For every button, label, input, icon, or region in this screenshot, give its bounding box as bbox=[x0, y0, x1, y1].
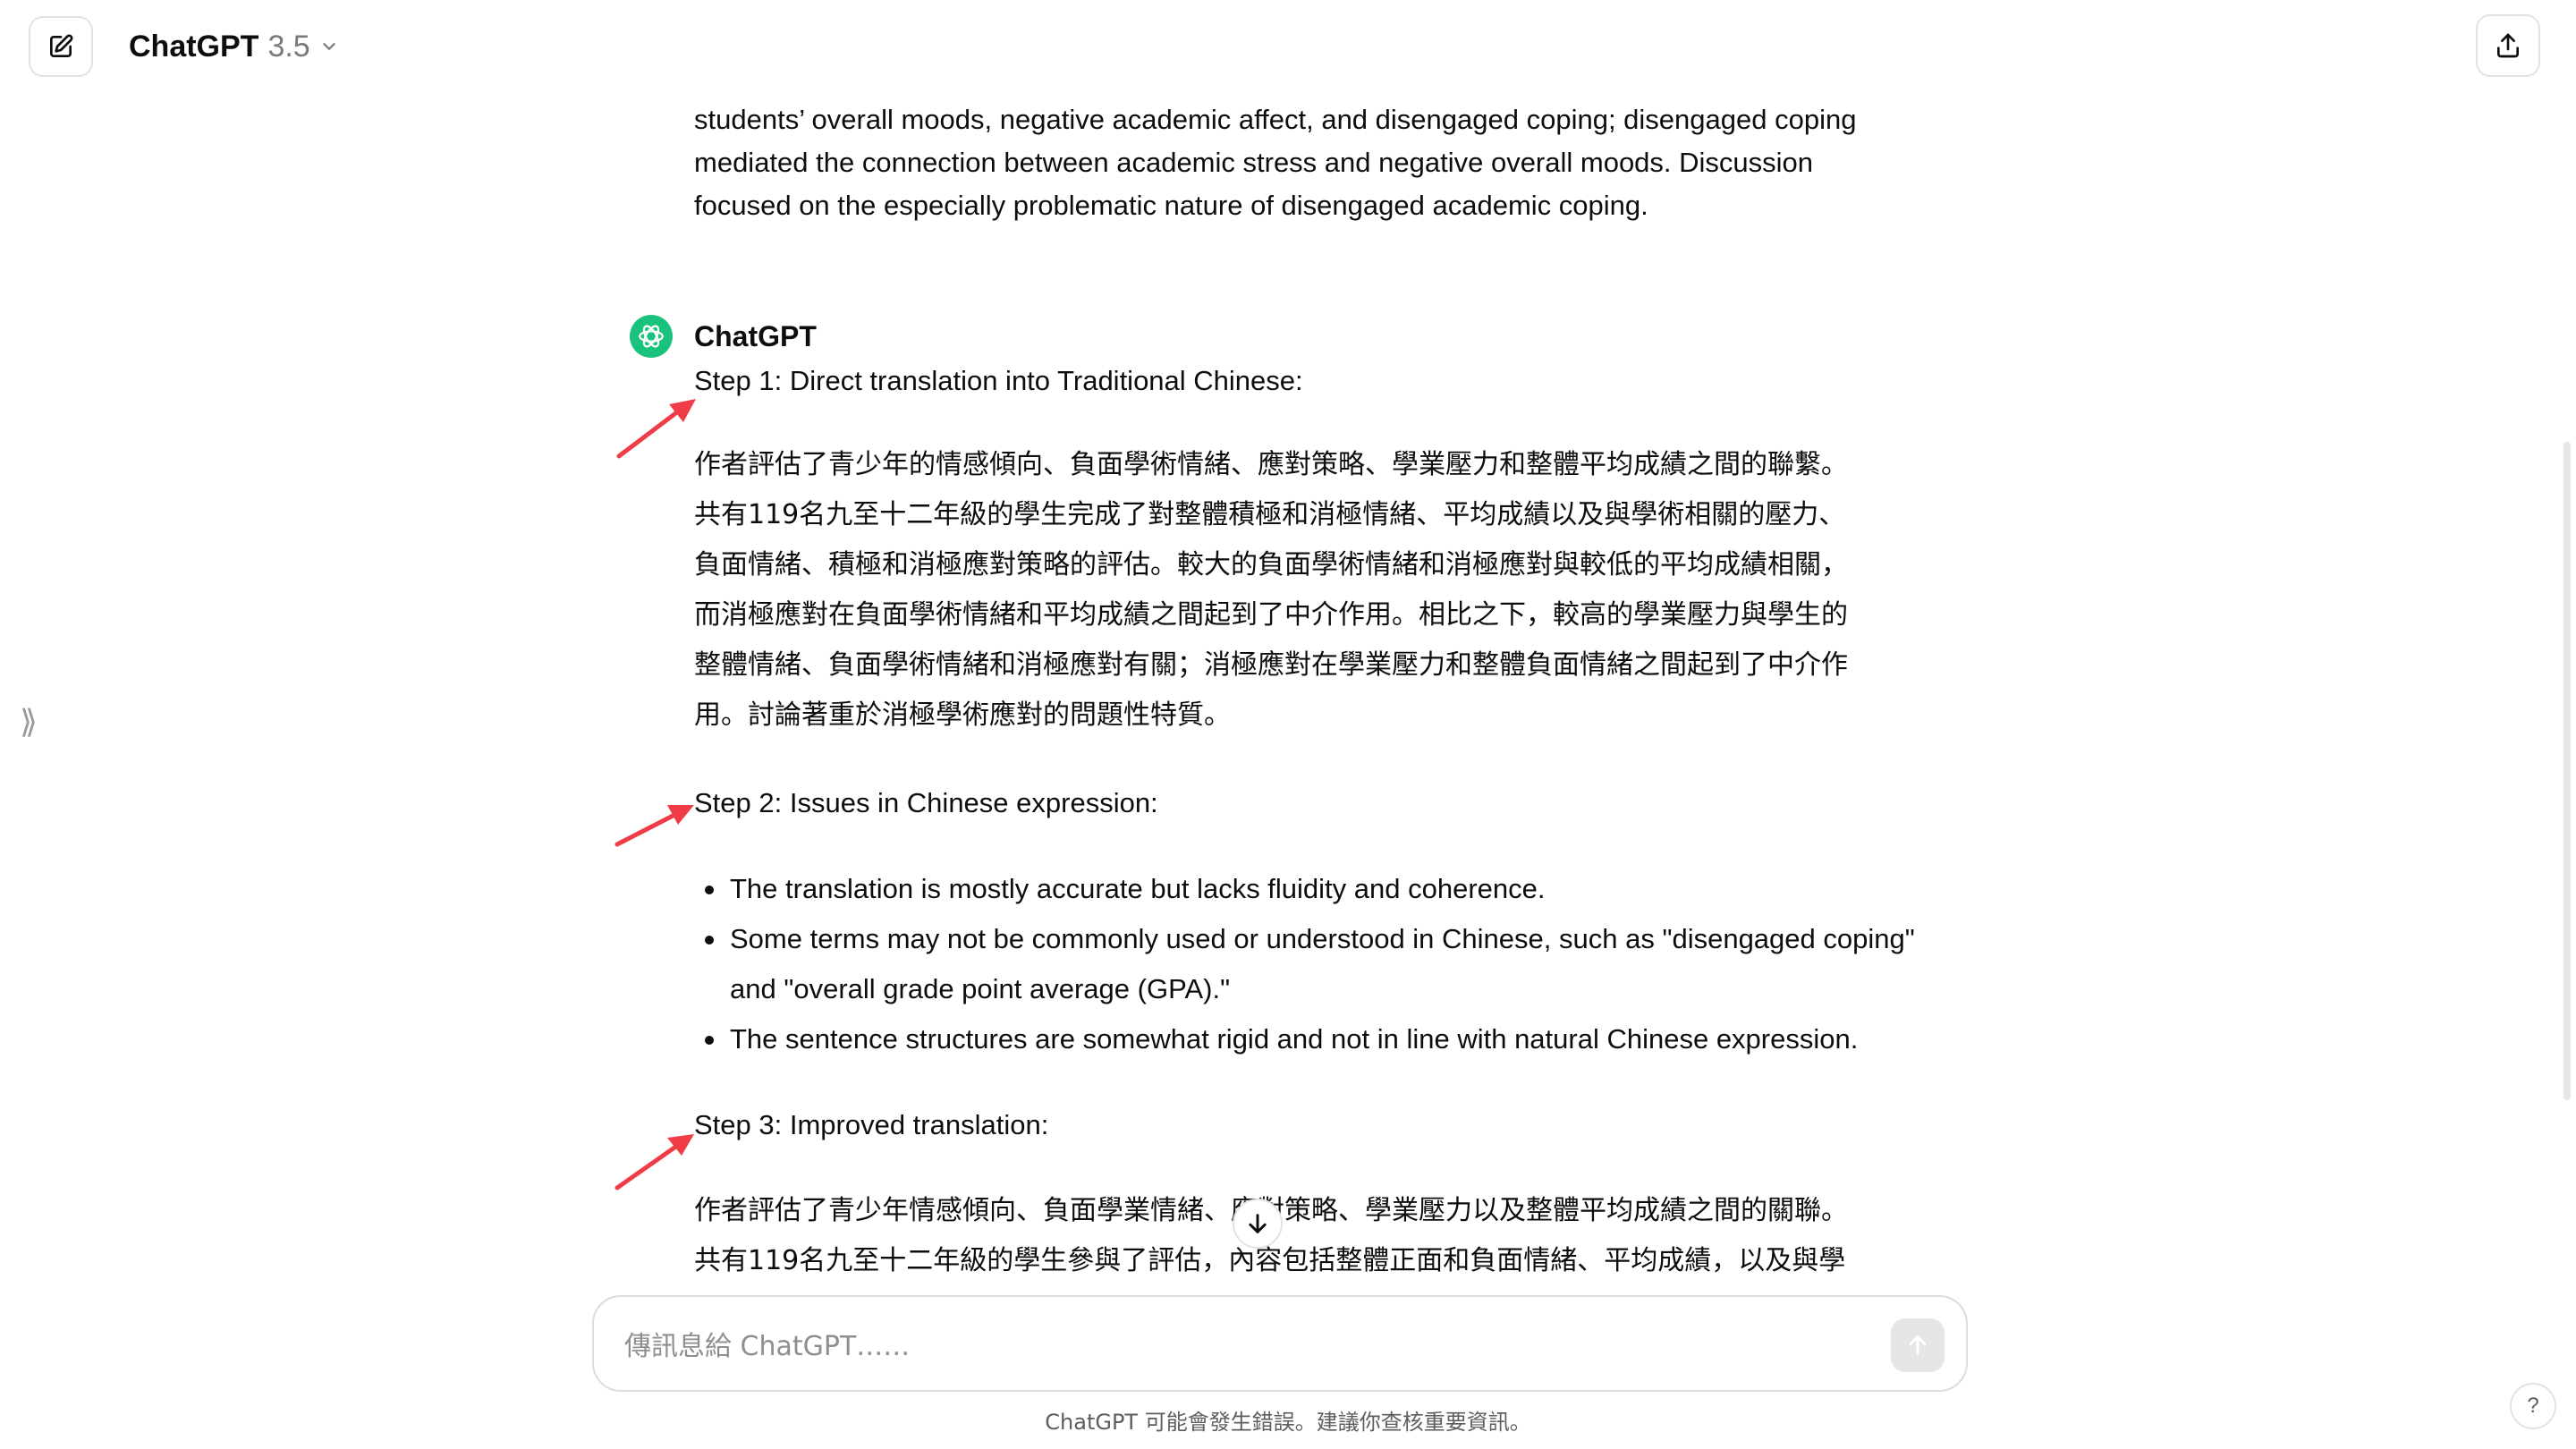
translation-line: 作者評估了青少年情感傾向、負面學業情緒、應對策略、學業壓力以及整體平均成績之間的… bbox=[694, 1186, 1946, 1236]
translation-line: 作者評估了青少年的情感傾向、負面學術情緒、應對策略、學業壓力和整體平均成績之間的… bbox=[694, 449, 1848, 480]
step2-heading: Step 2: Issues in Chinese expression: bbox=[694, 787, 1158, 818]
translation-line: 而消極應對在負面學術情緒和平均成績之間起到了中介作用。相比之下，較高的學業壓力與… bbox=[694, 599, 1848, 631]
arrow-down-icon bbox=[1249, 1214, 1267, 1233]
disclaimer-text: ChatGPT 可能會發生錯誤。建議你查核重要資訊。 bbox=[1045, 1410, 1531, 1435]
annotation-arrow-icon bbox=[614, 805, 694, 847]
user-message-tail: students’ overall moods, negative academ… bbox=[694, 98, 1946, 227]
direct-translation: 作者評估了青少年的情感傾向、負面學術情緒、應對策略、學業壓力和整體平均成績之間的… bbox=[694, 440, 1946, 741]
translation-line: 用。討論著重於消極學術應對的問題性特質。 bbox=[694, 699, 1231, 731]
message-composer bbox=[592, 1295, 1968, 1392]
translation-line: 共有119名九至十二年級的學生參與了評估，內容包括整體正面和負面情緒、平均成績，… bbox=[694, 1245, 1846, 1276]
step1-heading: Step 1: Direct translation into Traditio… bbox=[694, 365, 1303, 396]
arrow-up-icon bbox=[1909, 1335, 1927, 1355]
annotation-arrow-icon bbox=[616, 399, 696, 459]
user-message-line: focused on the especially problematic na… bbox=[694, 190, 1648, 221]
help-button[interactable]: ? bbox=[2510, 1383, 2556, 1429]
improved-translation: 作者評估了青少年情感傾向、負面學業情緒、應對策略、學業壓力以及整體平均成績之間的… bbox=[694, 1186, 1946, 1286]
list-item: Some terms may not be commonly used or u… bbox=[694, 914, 1946, 1014]
scroll-to-bottom-button[interactable] bbox=[1233, 1199, 1283, 1249]
list-item: The sentence structures are somewhat rig… bbox=[694, 1014, 1946, 1064]
translation-line: 負面情緒、積極和消極應對策略的評估。較大的負面學術情緒和消極應對與較低的平均成績… bbox=[694, 549, 1848, 580]
user-message-line: students’ overall moods, negative academ… bbox=[694, 104, 1857, 135]
step3-heading: Step 3: Improved translation: bbox=[694, 1109, 1049, 1140]
conversation-thread: students’ overall moods, negative academ… bbox=[0, 0, 2576, 1288]
send-button[interactable] bbox=[1891, 1318, 1945, 1372]
user-message-line: mediated the connection between academic… bbox=[694, 147, 1814, 178]
issues-list: The translation is mostly accurate but l… bbox=[694, 864, 1946, 1064]
openai-logo-icon bbox=[639, 325, 664, 348]
message-input[interactable] bbox=[623, 1320, 1825, 1372]
annotation-arrow-icon bbox=[614, 1134, 694, 1191]
translation-line: 共有119名九至十二年級的學生完成了對整體積極和消極情緒、平均成績以及與學術相關… bbox=[694, 499, 1846, 530]
assistant-name: ChatGPT bbox=[694, 320, 817, 352]
list-item: The translation is mostly accurate but l… bbox=[694, 864, 1946, 914]
translation-line: 整體情緒、負面學術情緒和消極應對有關；消極應對在學業壓力和整體負面情緒之間起到了… bbox=[694, 649, 1848, 681]
chatgpt-avatar bbox=[630, 315, 673, 358]
